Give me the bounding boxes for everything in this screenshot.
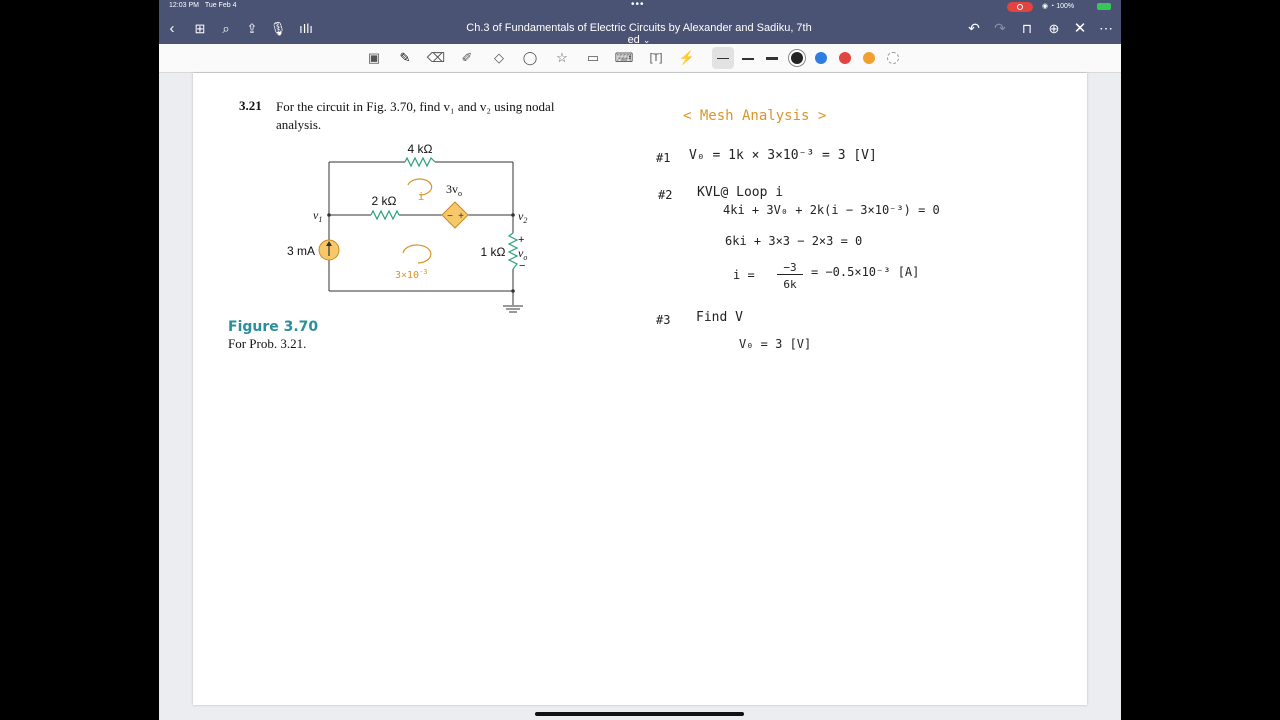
back-icon[interactable]: ‹ [161, 13, 183, 44]
notes-step2: KVL@ Loop i [697, 185, 784, 200]
notes-step2-label: #2 [658, 188, 673, 202]
eraser-icon[interactable]: ⌫ [426, 48, 446, 68]
notes-kvl-equation: 4ki + 3V₀ + 2k(i − 3×10⁻³) = 0 [723, 203, 940, 217]
notes-kvl-simplified: 6ki + 3×3 − 2×3 = 0 [725, 234, 863, 248]
laser-pointer-icon[interactable]: ⚡ [677, 48, 697, 68]
notes-step1: V₀ = 1k × 3×10⁻³ = 3 [V] [689, 148, 877, 163]
notes-i-lhs: i = [733, 268, 755, 282]
notes-step3: Find V [696, 310, 743, 325]
notes-i-numerator: −3 [777, 261, 803, 275]
color-red-swatch[interactable] [839, 52, 851, 64]
highlighter-icon[interactable]: ✐ [457, 48, 477, 68]
home-indicator[interactable] [535, 712, 744, 716]
image-tool-icon[interactable]: ▣ [364, 48, 384, 68]
resistor-2k-label: 2 kΩ [372, 194, 397, 208]
figure-caption-text: For Prob. 3.21. [228, 336, 307, 351]
vo-plus: + [518, 234, 524, 246]
circuit-diagram: 4 kΩ 2 kΩ 1 kΩ 3 mA 3vo − + v1 v2 + vo −… [287, 142, 527, 313]
sticker-icon[interactable]: ☆ [552, 48, 572, 68]
dependent-source-minus: − [447, 211, 453, 222]
stroke-thick-icon[interactable] [766, 57, 778, 60]
resistor-2k [370, 209, 400, 221]
resistor-4k [404, 156, 436, 168]
more-icon[interactable]: ⋯ [1095, 13, 1117, 44]
keyboard-icon[interactable]: ⌨ [614, 48, 634, 68]
vo-minus: − [519, 260, 525, 272]
node-v1-label: v1 [313, 208, 322, 224]
shapes-icon[interactable]: ◇ [489, 48, 509, 68]
resistor-4k-label: 4 kΩ [408, 142, 433, 156]
add-color-icon[interactable] [887, 52, 899, 64]
redo-icon[interactable]: ↷ [989, 13, 1011, 44]
dependent-source-label: 3vo [446, 182, 462, 198]
notes-step1-label: #1 [656, 151, 671, 165]
search-icon[interactable]: ⌕ [215, 13, 237, 44]
dependent-source-plus: + [458, 211, 464, 222]
add-page-icon[interactable]: ⊕ [1043, 13, 1065, 44]
document-title[interactable]: Ch.3 of Fundamentals of Electric Circuit… [459, 22, 819, 46]
circuit-wires [328, 161, 523, 313]
resistor-1k-label: 1 kΩ [481, 245, 506, 259]
color-black-swatch[interactable] [791, 52, 803, 64]
color-blue-swatch[interactable] [815, 52, 827, 64]
notes-vo-result: V₀ = 3 [V] [739, 337, 812, 351]
text-icon[interactable]: [T] [646, 48, 666, 68]
notes-i-result: = −0.5×10⁻³ [A] [811, 265, 920, 279]
stroke-medium-icon[interactable] [742, 58, 754, 60]
audio-wave-icon[interactable]: ıIlı [295, 13, 317, 44]
notes-i-denominator: 6k [783, 278, 797, 291]
notebook-page[interactable]: 3.21 For the circuit in Fig. 3.70, find … [193, 73, 1087, 705]
photo-icon[interactable]: ▭ [583, 48, 603, 68]
tablet-screen: 12:03 PM Tue Feb 4 ••• ◉ ◔ 100% ‹ ⊞ ⌕ ⇪ … [159, 0, 1121, 720]
undo-icon[interactable]: ↶ [963, 13, 985, 44]
grid-icon[interactable]: ⊞ [189, 13, 211, 44]
battery-percent: ◉ ◔ 100% [1042, 3, 1075, 10]
dependent-voltage-source [441, 201, 469, 229]
status-bar: 12:03 PM Tue Feb 4 ••• ◉ ◔ 100% [159, 0, 1121, 13]
figure-caption-title: Figure 3.70 [228, 319, 319, 335]
lasso-icon[interactable]: ◯ [520, 48, 540, 68]
app-navbar: ‹ ⊞ ⌕ ⇪ 🎙 ıIlı Ch.3 of Fundamentals of E… [159, 13, 1121, 46]
screen-recording-icon[interactable] [1007, 2, 1033, 12]
share-icon[interactable]: ⇪ [241, 13, 263, 44]
current-source-label: 3 mA [287, 244, 315, 258]
resistor-1k [507, 232, 519, 270]
microphone-icon[interactable]: 🎙 [267, 13, 289, 44]
bookmark-icon[interactable]: ⊓ [1016, 13, 1038, 44]
color-orange-swatch[interactable] [863, 52, 875, 64]
notes-heading: < Mesh Analysis > [683, 108, 827, 124]
status-time: 12:03 PM Tue Feb 4 [169, 2, 237, 9]
mesh-current-i: i [418, 190, 425, 203]
stroke-thin-icon[interactable] [717, 58, 729, 59]
drawing-toolbar: ▣ ✎ ⌫ ✐ ◇ ◯ ☆ ▭ ⌨ [T] ⚡ [159, 44, 1121, 73]
node-v2-label: v2 [518, 209, 527, 225]
multitask-dots-icon[interactable]: ••• [631, 0, 645, 10]
pen-icon[interactable]: ✎ [395, 48, 415, 68]
battery-icon [1097, 3, 1111, 10]
mesh-loop-bottom-annotation [402, 244, 432, 264]
notes-step3-label: #3 [656, 313, 671, 327]
mesh-current-3e-3: 3×10-3 [395, 268, 428, 281]
close-icon[interactable]: ✕ [1069, 13, 1091, 44]
